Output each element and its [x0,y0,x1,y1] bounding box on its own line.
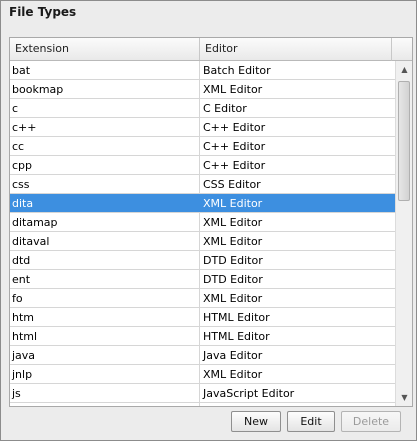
extension-cell: bat [10,61,200,79]
extension-cell: htm [10,308,200,326]
new-button[interactable]: New [231,411,281,432]
table-row[interactable]: dita XML Editor [10,194,396,213]
editor-cell: C++ Editor [203,140,266,153]
editor-cell: JavaScript Editor [203,387,295,400]
table-row[interactable]: c++ C++ Editor [10,118,396,137]
arrow-down-icon[interactable]: ▼ [396,389,412,406]
file-types-panel: File Types Extension Editor bat Batch Edi… [0,0,417,441]
button-bar: New Edit Delete [231,411,401,432]
extension-cell: fo [10,289,200,307]
editor-cell: Batch Editor [203,64,271,77]
extension-cell [10,403,200,406]
extension-cell: ent [10,270,200,288]
table-row[interactable]: cc C++ Editor [10,137,396,156]
editor-cell: C Editor [203,102,247,115]
editor-cell: DTD Editor [203,254,263,267]
table-row[interactable]: jnlp XML Editor [10,365,396,384]
file-types-table: Extension Editor bat Batch Editor bookmap X… [9,37,413,407]
editor-cell: XML Editor [203,235,263,248]
table-row[interactable]: ditamap XML Editor [10,213,396,232]
edit-button[interactable]: Edit [287,411,335,432]
editor-cell [200,403,396,406]
table-row[interactable]: html HTML Editor [10,327,396,346]
extension-cell: dita [10,194,200,212]
editor-cell: XML Editor [203,83,263,96]
table-row[interactable]: htm HTML Editor [10,308,396,327]
extension-cell: ditamap [10,213,200,231]
editor-cell: XML Editor [203,292,263,305]
extension-cell: css [10,175,200,193]
table-row[interactable]: fo XML Editor [10,289,396,308]
scrollbar-thumb[interactable] [398,81,410,201]
editor-cell: C++ Editor [203,159,266,172]
table-row[interactable]: ent DTD Editor [10,270,396,289]
table-row[interactable]: bookmap XML Editor [10,80,396,99]
delete-button: Delete [341,411,401,432]
extension-cell: ditaval [10,232,200,250]
column-header-extension[interactable]: Extension [10,38,200,60]
table-row[interactable]: ditaval XML Editor [10,232,396,251]
extension-cell: bookmap [10,80,200,98]
table-row[interactable]: css CSS Editor [10,175,396,194]
vertical-scrollbar[interactable]: ▲ ▼ [395,61,412,406]
editor-cell: DTD Editor [203,273,263,286]
extension-cell: cc [10,137,200,155]
panel-title: File Types [9,5,77,19]
table-row[interactable]: cpp C++ Editor [10,156,396,175]
extension-cell: js [10,384,200,402]
arrow-up-icon[interactable]: ▲ [396,61,412,78]
editor-cell: HTML Editor [203,330,270,343]
table-header: Extension Editor [10,38,391,61]
editor-cell: XML Editor [203,197,263,210]
extension-cell: java [10,346,200,364]
extension-cell: jnlp [10,365,200,383]
editor-cell: CSS Editor [203,178,261,191]
editor-cell: XML Editor [203,216,263,229]
extension-cell: c [10,99,200,117]
table-row[interactable]: dtd DTD Editor [10,251,396,270]
editor-cell: Java Editor [203,349,263,362]
table-row[interactable]: js JavaScript Editor [10,384,396,403]
extension-cell: cpp [10,156,200,174]
extension-cell: html [10,327,200,345]
column-header-editor[interactable]: Editor [200,38,391,60]
table-row[interactable]: bat Batch Editor [10,61,396,80]
table-row[interactable] [10,403,396,406]
extension-cell: dtd [10,251,200,269]
editor-cell: XML Editor [203,368,263,381]
header-corner [391,38,412,61]
table-row[interactable]: cC Editor [10,99,396,118]
extension-cell: c++ [10,118,200,136]
table-body: bat Batch Editor bookmap XML Editor c C Edito… [10,61,396,406]
editor-cell: HTML Editor [203,311,270,324]
editor-cell: C++ Editor [203,121,266,134]
table-row[interactable]: java Java Editor [10,346,396,365]
